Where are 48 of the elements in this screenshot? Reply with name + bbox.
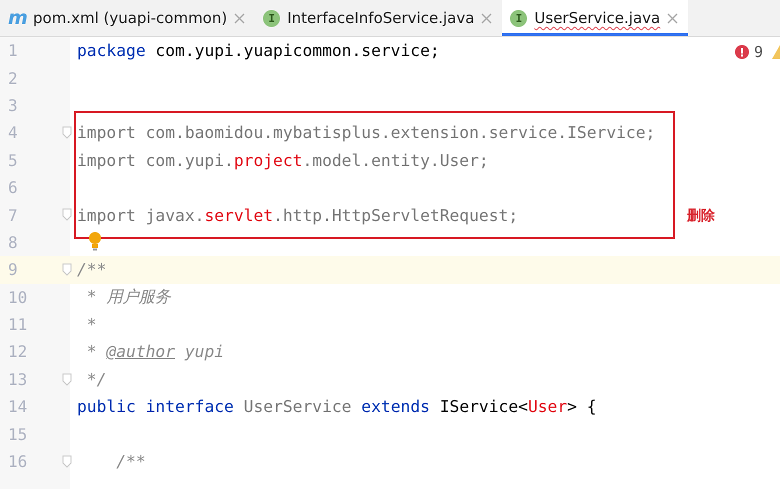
tab-label: pom.xml (yuapi-common)	[33, 9, 228, 27]
interface-icon: I	[510, 10, 528, 26]
code-line: *	[86, 315, 97, 334]
line-number: 7	[8, 206, 18, 225]
line-number: 11	[8, 315, 28, 334]
code-line: /**	[115, 452, 146, 472]
line-number: 4	[8, 123, 18, 142]
code-line: * @author yupi	[86, 342, 224, 362]
code-line: import javax.servlet.http.HttpServletRequest;	[77, 206, 518, 225]
error-icon[interactable]	[735, 45, 749, 59]
code-line: package com.yupi.yuapicommon.service;	[77, 41, 440, 60]
line-number: 10	[8, 288, 28, 307]
fold-icon[interactable]	[62, 372, 72, 386]
tab-label: UserService.java	[534, 9, 660, 27]
fold-icon[interactable]	[62, 208, 72, 222]
line-number: 8	[8, 232, 18, 252]
line-number: 6	[8, 178, 18, 198]
code-line: /**	[77, 260, 106, 280]
line-number: 5	[8, 150, 18, 170]
close-icon[interactable]	[481, 12, 492, 24]
interface-icon: I	[263, 10, 280, 26]
line-number: 9	[8, 260, 18, 280]
code-line: * 用户服务	[86, 286, 170, 308]
line-number: 13	[8, 370, 28, 389]
line-number: 14	[8, 397, 28, 416]
fold-icon[interactable]	[62, 126, 72, 140]
maven-icon: m	[8, 7, 26, 29]
code-line: import com.baomidou.mybatisplus.extension.service.IService;	[77, 123, 656, 142]
code-line: public interface UserService extends IService<User> {	[77, 397, 597, 416]
close-icon[interactable]	[234, 12, 246, 24]
line-number: 12	[8, 342, 28, 362]
error-count[interactable]: 9	[754, 43, 764, 61]
tab-label: InterfaceInfoService.java	[287, 9, 474, 27]
editor-tab[interactable]: I InterfaceInfoService.java	[255, 0, 502, 36]
code-line: import com.yupi.project.model.entity.User;	[77, 150, 489, 170]
line-number: 3	[8, 96, 18, 115]
fold-icon[interactable]	[62, 454, 72, 468]
line-number: 2	[8, 68, 18, 88]
line-number: 15	[8, 424, 28, 444]
line-number: 1	[8, 41, 18, 60]
editor-tab[interactable]: I UserService.java	[502, 0, 688, 36]
line-number: 16	[8, 452, 28, 472]
annotation-note: 删除	[687, 206, 715, 225]
fold-icon[interactable]	[62, 263, 72, 276]
lightbulb-icon[interactable]	[88, 230, 102, 251]
close-icon[interactable]	[667, 12, 678, 24]
editor-tab[interactable]: m pom.xml (yuapi-common)	[0, 0, 256, 36]
code-line: */	[86, 370, 106, 389]
